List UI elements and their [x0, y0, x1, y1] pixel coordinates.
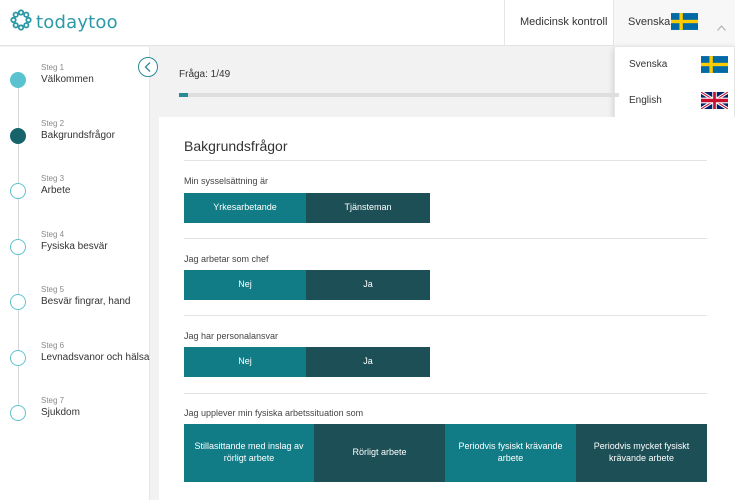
- question-card: Bakgrundsfrågor Min sysselsättning är Yr…: [159, 117, 735, 500]
- option-button[interactable]: Stillasittande med inslag av rörligt arb…: [184, 424, 314, 482]
- progress-bar-fill: [179, 93, 188, 97]
- uk-flag-icon: [701, 92, 728, 109]
- step-title: Bakgrundsfrågor: [41, 130, 115, 141]
- step-number: Steg 1: [41, 63, 65, 72]
- step-status-indicator: [10, 72, 26, 88]
- step-title: Välkommen: [41, 74, 94, 85]
- option-button[interactable]: Periodvis mycket fysiskt krävande arbete: [576, 424, 707, 482]
- sweden-flag-icon: [701, 56, 728, 73]
- sidebar-step-4[interactable]: Steg 4 Fysiska besvär: [0, 230, 150, 270]
- steps-sidebar: Steg 1 Välkommen Steg 2 Bakgrundsfrågor …: [0, 47, 150, 500]
- sidebar-step-5[interactable]: Steg 5 Besvär fingrar, hand: [0, 285, 150, 325]
- step-status-indicator: [10, 405, 26, 421]
- question-options: Yrkesarbetande Tjänsteman: [184, 193, 430, 223]
- language-dropdown: Svenska English: [614, 46, 735, 118]
- medical-check-link[interactable]: Medicinsk kontroll: [520, 16, 607, 28]
- chevron-up-icon: [717, 18, 726, 31]
- sweden-flag-icon: [671, 13, 698, 30]
- step-status-indicator: [10, 128, 26, 144]
- language-selector[interactable]: Svenska: [614, 0, 735, 46]
- step-number: Steg 5: [41, 285, 65, 294]
- language-option-english[interactable]: English: [615, 83, 735, 119]
- option-button[interactable]: Rörligt arbete: [314, 424, 445, 482]
- sidebar-step-1[interactable]: Steg 1 Välkommen: [0, 63, 150, 103]
- logo-icon: [10, 9, 32, 36]
- option-button[interactable]: Nej: [184, 270, 306, 300]
- sidebar-step-2[interactable]: Steg 2 Bakgrundsfrågor: [0, 119, 150, 159]
- question-label: Jag upplever min fysiska arbetssituation…: [184, 408, 364, 418]
- option-button[interactable]: Periodvis fysiskt krävande arbete: [445, 424, 576, 482]
- sidebar-step-3[interactable]: Steg 3 Arbete: [0, 174, 150, 214]
- step-title: Besvär fingrar, hand: [41, 296, 131, 307]
- step-status-indicator: [10, 350, 26, 366]
- progress-bar: [179, 93, 619, 97]
- option-button[interactable]: Tjänsteman: [306, 193, 430, 223]
- divider: [184, 160, 707, 161]
- step-title: Arbete: [41, 185, 71, 196]
- language-option-svenska[interactable]: Svenska: [615, 47, 735, 83]
- step-number: Steg 6: [41, 341, 65, 350]
- language-current-label: Svenska: [628, 16, 671, 28]
- question-options: Stillasittande med inslag av rörligt arb…: [184, 424, 707, 482]
- divider: [184, 238, 707, 239]
- question-label: Min sysselsättning är: [184, 176, 269, 186]
- divider: [184, 315, 707, 316]
- step-number: Steg 2: [41, 119, 65, 128]
- option-button[interactable]: Yrkesarbetande: [184, 193, 306, 223]
- section-title: Bakgrundsfrågor: [184, 138, 288, 154]
- step-number: Steg 4: [41, 230, 65, 239]
- step-title: Fysiska besvär: [41, 241, 108, 252]
- option-button[interactable]: Ja: [306, 270, 430, 300]
- option-button[interactable]: Nej: [184, 347, 306, 377]
- header-divider: [504, 0, 505, 46]
- step-number: Steg 7: [41, 396, 65, 405]
- top-header: todaytoo Medicinsk kontroll Svenska: [0, 0, 735, 46]
- step-status-indicator: [10, 294, 26, 310]
- step-title: Levnadsvanor och hälsa: [41, 352, 150, 363]
- sidebar-step-7[interactable]: Steg 7 Sjukdom: [0, 396, 150, 436]
- question-label: Jag arbetar som chef: [184, 254, 269, 264]
- sidebar-collapse-button[interactable]: [138, 57, 158, 77]
- question-label: Jag har personalansvar: [184, 331, 279, 341]
- option-button[interactable]: Ja: [306, 347, 430, 377]
- step-number: Steg 3: [41, 174, 65, 183]
- language-option-label: Svenska: [629, 59, 668, 70]
- logo[interactable]: todaytoo: [10, 9, 118, 36]
- question-options: Nej Ja: [184, 270, 430, 300]
- language-option-label: English: [629, 95, 662, 106]
- question-counter: Fråga: 1/49: [179, 69, 231, 80]
- step-title: Sjukdom: [41, 407, 80, 418]
- question-options: Nej Ja: [184, 347, 430, 377]
- step-status-indicator: [10, 183, 26, 199]
- logo-text: todaytoo: [36, 12, 118, 33]
- step-status-indicator: [10, 239, 26, 255]
- sidebar-step-6[interactable]: Steg 6 Levnadsvanor och hälsa: [0, 341, 150, 381]
- divider: [184, 393, 707, 394]
